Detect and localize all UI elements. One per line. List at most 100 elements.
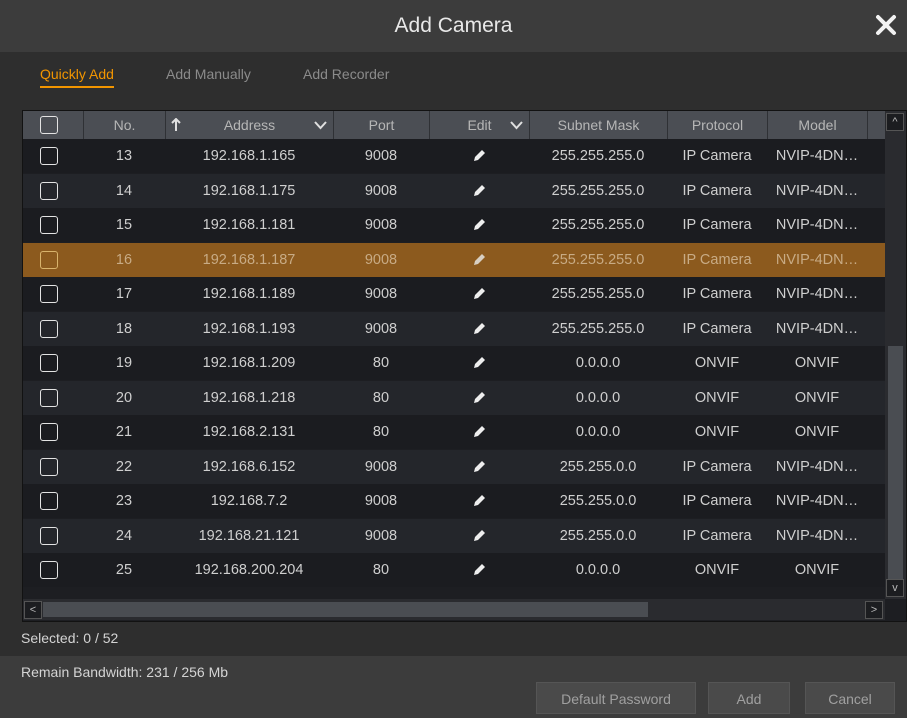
tab-add-manually[interactable]: Add Manually xyxy=(166,66,251,82)
close-icon[interactable] xyxy=(871,10,901,40)
table-row[interactable]: 25 192.168.200.204 80 0.0.0.0 ONVIF ONVIF xyxy=(23,553,885,587)
row-checkbox[interactable] xyxy=(40,285,58,303)
pencil-icon[interactable] xyxy=(471,562,487,578)
header-port[interactable]: Port xyxy=(333,111,429,139)
table-row[interactable]: 23 192.168.7.2 9008 255.255.0.0 IP Camera NVI… xyxy=(23,484,885,518)
header-spacer xyxy=(867,111,885,139)
cell-protocol: IP Camera xyxy=(682,148,752,164)
row-checkbox[interactable] xyxy=(40,561,58,579)
table-row[interactable]: 17 192.168.1.189 9008 255.255.255.0 IP Camer… xyxy=(23,277,885,311)
cell-model: NVIP-4DN… xyxy=(775,493,859,509)
row-checkbox[interactable] xyxy=(40,319,58,338)
add-button[interactable]: Add xyxy=(708,682,790,714)
tab-add-recorder[interactable]: Add Recorder xyxy=(303,66,389,82)
row-checkbox[interactable] xyxy=(40,216,58,234)
scroll-up-button[interactable]: ^ xyxy=(886,113,904,131)
cell-protocol: ONVIF xyxy=(694,389,740,406)
cell-port: 80 xyxy=(372,562,390,578)
remain-bandwidth: Remain Bandwidth: 231 / 256 Mb xyxy=(21,664,229,680)
row-checkbox[interactable] xyxy=(40,526,58,545)
scroll-right-button[interactable]: > xyxy=(865,601,883,619)
cell-model: NVIP-4DN… xyxy=(775,458,859,475)
pencil-icon[interactable] xyxy=(471,217,487,233)
cell-address: 192.168.1.193 xyxy=(202,320,296,337)
pencil-icon[interactable] xyxy=(471,459,487,475)
cell-address: 192.168.1.165 xyxy=(202,148,296,164)
pencil-icon[interactable] xyxy=(471,148,487,164)
row-checkbox[interactable] xyxy=(40,492,58,510)
cell-port: 80 xyxy=(372,355,390,371)
table-row[interactable]: 21 192.168.2.131 80 0.0.0.0 ONVIF ONVIF xyxy=(23,415,885,449)
table-body: 13 192.168.1.165 9008 255.255.255.0 IP Camer… xyxy=(23,139,885,599)
header-address[interactable]: Address xyxy=(165,111,333,139)
cell-protocol: IP Camera xyxy=(682,527,752,544)
cancel-button[interactable]: Cancel xyxy=(805,682,895,714)
cell-subnet-mask: 255.255.255.0 xyxy=(551,148,645,164)
table-row[interactable]: 24 192.168.21.121 9008 255.255.0.0 IP Camera… xyxy=(23,518,885,553)
cell-address: 192.168.200.204 xyxy=(194,562,304,578)
cell-address: 192.168.6.152 xyxy=(202,458,296,475)
cell-model: ONVIF xyxy=(794,562,840,578)
table-row[interactable]: 22 192.168.6.152 9008 255.255.0.0 IP Camera N… xyxy=(23,449,885,484)
cell-subnet-mask: 255.255.255.0 xyxy=(551,286,645,302)
horizontal-scroll-thumb[interactable] xyxy=(43,602,648,617)
row-checkbox[interactable] xyxy=(40,147,58,165)
pencil-icon[interactable] xyxy=(471,321,487,337)
cell-port: 9008 xyxy=(364,320,398,337)
cell-protocol: IP Camera xyxy=(682,182,752,199)
chevron-down-icon[interactable] xyxy=(510,120,523,130)
tab-quickly-add[interactable]: Quickly Add xyxy=(40,66,114,88)
cell-subnet-mask: 0.0.0.0 xyxy=(575,562,621,578)
cell-port: 9008 xyxy=(364,251,398,268)
scroll-down-button[interactable]: v xyxy=(886,579,904,597)
table-row[interactable]: 18 192.168.1.193 9008 255.255.255.0 IP Camer… xyxy=(23,311,885,346)
cell-model: NVIP-4DN… xyxy=(775,320,859,337)
cell-port: 9008 xyxy=(364,493,398,509)
table-row[interactable]: 19 192.168.1.209 80 0.0.0.0 ONVIF ONVIF xyxy=(23,346,885,380)
cell-model: NVIP-4DN… xyxy=(775,148,859,164)
cell-address: 192.168.1.181 xyxy=(202,217,296,233)
pencil-icon[interactable] xyxy=(471,424,487,440)
pencil-icon[interactable] xyxy=(471,528,487,544)
row-checkbox[interactable] xyxy=(40,181,58,200)
cell-no: 15 xyxy=(115,217,133,233)
vertical-scrollbar[interactable]: ^ v xyxy=(885,111,906,599)
cell-no: 16 xyxy=(115,251,133,268)
row-checkbox[interactable] xyxy=(40,250,58,269)
pencil-icon[interactable] xyxy=(471,286,487,302)
pencil-icon[interactable] xyxy=(471,183,487,199)
table-row[interactable]: 20 192.168.1.218 80 0.0.0.0 ONVIF ONVIF xyxy=(23,380,885,415)
header-no[interactable]: No. xyxy=(83,111,165,139)
vertical-scroll-thumb[interactable] xyxy=(888,346,903,586)
table-row[interactable]: 16 192.168.1.187 9008 255.255.255.0 IP Camer… xyxy=(23,242,885,277)
header-edit[interactable]: Edit xyxy=(429,111,529,139)
cell-address: 192.168.1.189 xyxy=(202,286,296,302)
cell-subnet-mask: 255.255.255.0 xyxy=(551,182,645,199)
horizontal-scrollbar[interactable]: < > xyxy=(23,599,885,620)
pencil-icon[interactable] xyxy=(471,252,487,268)
cell-protocol: ONVIF xyxy=(694,355,740,371)
pencil-icon[interactable] xyxy=(471,390,487,406)
pencil-icon[interactable] xyxy=(471,355,487,371)
select-all-checkbox[interactable] xyxy=(40,116,58,134)
cell-model: NVIP-4DN… xyxy=(775,527,859,544)
cell-address: 192.168.7.2 xyxy=(210,493,288,509)
dialog-footer: Remain Bandwidth: 231 / 256 Mb Default P… xyxy=(0,656,907,718)
row-checkbox[interactable] xyxy=(40,457,58,476)
table-row[interactable]: 15 192.168.1.181 9008 255.255.255.0 IP Camer… xyxy=(23,208,885,242)
scroll-left-button[interactable]: < xyxy=(24,601,42,619)
table-row[interactable]: 14 192.168.1.175 9008 255.255.255.0 IP Camer… xyxy=(23,173,885,208)
header-protocol[interactable]: Protocol xyxy=(667,111,767,139)
pencil-icon[interactable] xyxy=(471,493,487,509)
cell-port: 9008 xyxy=(364,458,398,475)
row-checkbox[interactable] xyxy=(40,423,58,441)
default-password-button[interactable]: Default Password xyxy=(536,682,696,714)
row-checkbox[interactable] xyxy=(40,388,58,407)
header-model[interactable]: Model xyxy=(767,111,867,139)
row-checkbox[interactable] xyxy=(40,354,58,372)
cell-protocol: IP Camera xyxy=(682,217,752,233)
camera-table: No. Address Port Edit Subnet Mask Protoc… xyxy=(22,110,907,622)
header-subnet-mask[interactable]: Subnet Mask xyxy=(529,111,667,139)
chevron-down-icon[interactable] xyxy=(314,120,327,130)
table-row[interactable]: 13 192.168.1.165 9008 255.255.255.0 IP Camer… xyxy=(23,139,885,173)
